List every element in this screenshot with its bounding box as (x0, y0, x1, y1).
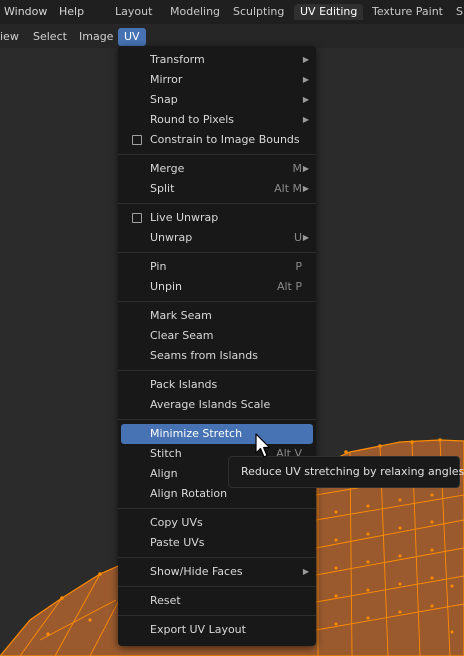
submenu-arrow-icon: ▶ (302, 115, 309, 124)
top-bar: Window Help Layout Modeling Sculpting UV… (0, 0, 464, 24)
tab-modeling[interactable]: Modeling (170, 4, 220, 20)
menu-item-live-unwrap[interactable]: Live Unwrap (121, 208, 313, 228)
menu-item-label: Seams from Islands (150, 349, 258, 362)
checkbox[interactable] (132, 213, 142, 223)
menu-item-label: Reset (150, 594, 181, 607)
submenu-arrow-icon: ▶ (302, 164, 309, 173)
submenu-arrow-icon: ▶ (302, 567, 309, 576)
menu-item-label: Split (150, 182, 175, 195)
menu-item-label: Show/Hide Faces (150, 565, 243, 578)
submenu-arrow-icon: ▶ (302, 75, 309, 84)
tooltip: Reduce UV stretching by relaxing angles. (228, 456, 464, 488)
menu-view[interactable]: iew (0, 29, 19, 45)
menu-item-average-islands-scale[interactable]: Average Islands Scale (121, 395, 313, 415)
menu-item-seams-from-islands[interactable]: Seams from Islands (121, 346, 313, 366)
menu-item-unwrap[interactable]: Unwrap U ▶ (121, 228, 313, 248)
uv-menu: Transform ▶ Mirror ▶ Snap ▶ Round to Pixels ▶ Co… (118, 46, 316, 646)
menu-item-paste-uvs[interactable]: Paste UVs (121, 533, 313, 553)
menu-item-shortcut: Alt P (276, 280, 302, 293)
menu-help[interactable]: Help (59, 4, 84, 20)
menu-item-label: Unwrap (150, 231, 193, 244)
menu-item-label: Mirror (150, 73, 183, 86)
menu-item-label: Minimize Stretch (150, 427, 243, 440)
menu-item-label: Copy UVs (150, 516, 203, 529)
menu-item-pin[interactable]: Pin P (121, 257, 313, 277)
submenu-arrow-icon: ▶ (302, 55, 309, 64)
menu-item-shortcut: Alt M (274, 182, 302, 195)
menu-item-transform[interactable]: Transform ▶ (121, 50, 313, 70)
menu-separator (118, 419, 316, 420)
tab-uv-editing[interactable]: UV Editing (294, 4, 364, 20)
menu-separator (118, 203, 316, 204)
menu-item-label: Align (150, 467, 178, 480)
menu-item-minimize-stretch[interactable]: Minimize Stretch (121, 424, 313, 444)
menu-separator (118, 370, 316, 371)
submenu-arrow-icon: ▶ (302, 184, 309, 193)
menu-separator (118, 615, 316, 616)
menu-item-clear-seam[interactable]: Clear Seam (121, 326, 313, 346)
menu-uv[interactable]: UV (118, 28, 146, 46)
menu-separator (118, 557, 316, 558)
mouse-cursor-icon (255, 433, 271, 458)
menu-item-merge[interactable]: Merge M ▶ (121, 159, 313, 179)
tooltip-text: Reduce UV stretching by relaxing angles. (241, 465, 464, 478)
menu-image[interactable]: Image (79, 29, 113, 45)
menu-item-label: Live Unwrap (150, 211, 219, 224)
menu-item-label: Mark Seam (150, 309, 212, 322)
menu-item-shortcut: P (295, 260, 302, 273)
menu-item-label: Round to Pixels (150, 113, 235, 126)
menu-item-shortcut: U (293, 231, 302, 244)
editor-header: iew Select Image UV (0, 24, 464, 48)
submenu-arrow-icon: ▶ (302, 233, 309, 242)
menu-separator (118, 154, 316, 155)
menu-item-reset[interactable]: Reset (121, 591, 313, 611)
menu-item-shortcut: M (292, 162, 303, 175)
menu-item-pack-islands[interactable]: Pack Islands (121, 375, 313, 395)
menu-item-export-uv-layout[interactable]: Export UV Layout (121, 620, 313, 640)
menu-item-copy-uvs[interactable]: Copy UVs (121, 513, 313, 533)
menu-item-label: Pin (150, 260, 167, 273)
submenu-arrow-icon: ▶ (302, 95, 309, 104)
tab-texture-paint[interactable]: Texture Paint (372, 4, 443, 20)
menu-separator (118, 301, 316, 302)
menu-item-label: Unpin (150, 280, 183, 293)
menu-item-show-hide-faces[interactable]: Show/Hide Faces ▶ (121, 562, 313, 582)
menu-item-label: Stitch (150, 447, 182, 460)
menu-item-unpin[interactable]: Unpin Alt P (121, 277, 313, 297)
menu-item-label: Pack Islands (150, 378, 218, 391)
tab-layout[interactable]: Layout (115, 4, 152, 20)
menu-separator (118, 508, 316, 509)
menu-item-round-to-pixels[interactable]: Round to Pixels ▶ (121, 110, 313, 130)
checkbox[interactable] (132, 135, 142, 145)
menu-item-label: Paste UVs (150, 536, 205, 549)
menu-item-label: Average Islands Scale (150, 398, 271, 411)
menu-item-label: Snap (150, 93, 178, 106)
menu-item-constrain-to-image-bounds[interactable]: Constrain to Image Bounds (121, 130, 313, 150)
menu-select[interactable]: Select (33, 29, 67, 45)
menu-item-mark-seam[interactable]: Mark Seam (121, 306, 313, 326)
tab-sculpting[interactable]: Sculpting (233, 4, 284, 20)
tab-overflow[interactable]: S (456, 4, 463, 20)
menu-item-label: Constrain to Image Bounds (150, 133, 300, 146)
menu-item-label: Clear Seam (150, 329, 214, 342)
menu-item-split[interactable]: Split Alt M ▶ (121, 179, 313, 199)
menu-window[interactable]: Window (4, 4, 47, 20)
menu-item-label: Align Rotation (150, 487, 228, 500)
menu-item-label: Transform (150, 53, 205, 66)
menu-item-label: Export UV Layout (150, 623, 246, 636)
menu-item-label: Merge (150, 162, 185, 175)
menu-separator (118, 586, 316, 587)
menu-separator (118, 252, 316, 253)
menu-item-mirror[interactable]: Mirror ▶ (121, 70, 313, 90)
menu-item-snap[interactable]: Snap ▶ (121, 90, 313, 110)
